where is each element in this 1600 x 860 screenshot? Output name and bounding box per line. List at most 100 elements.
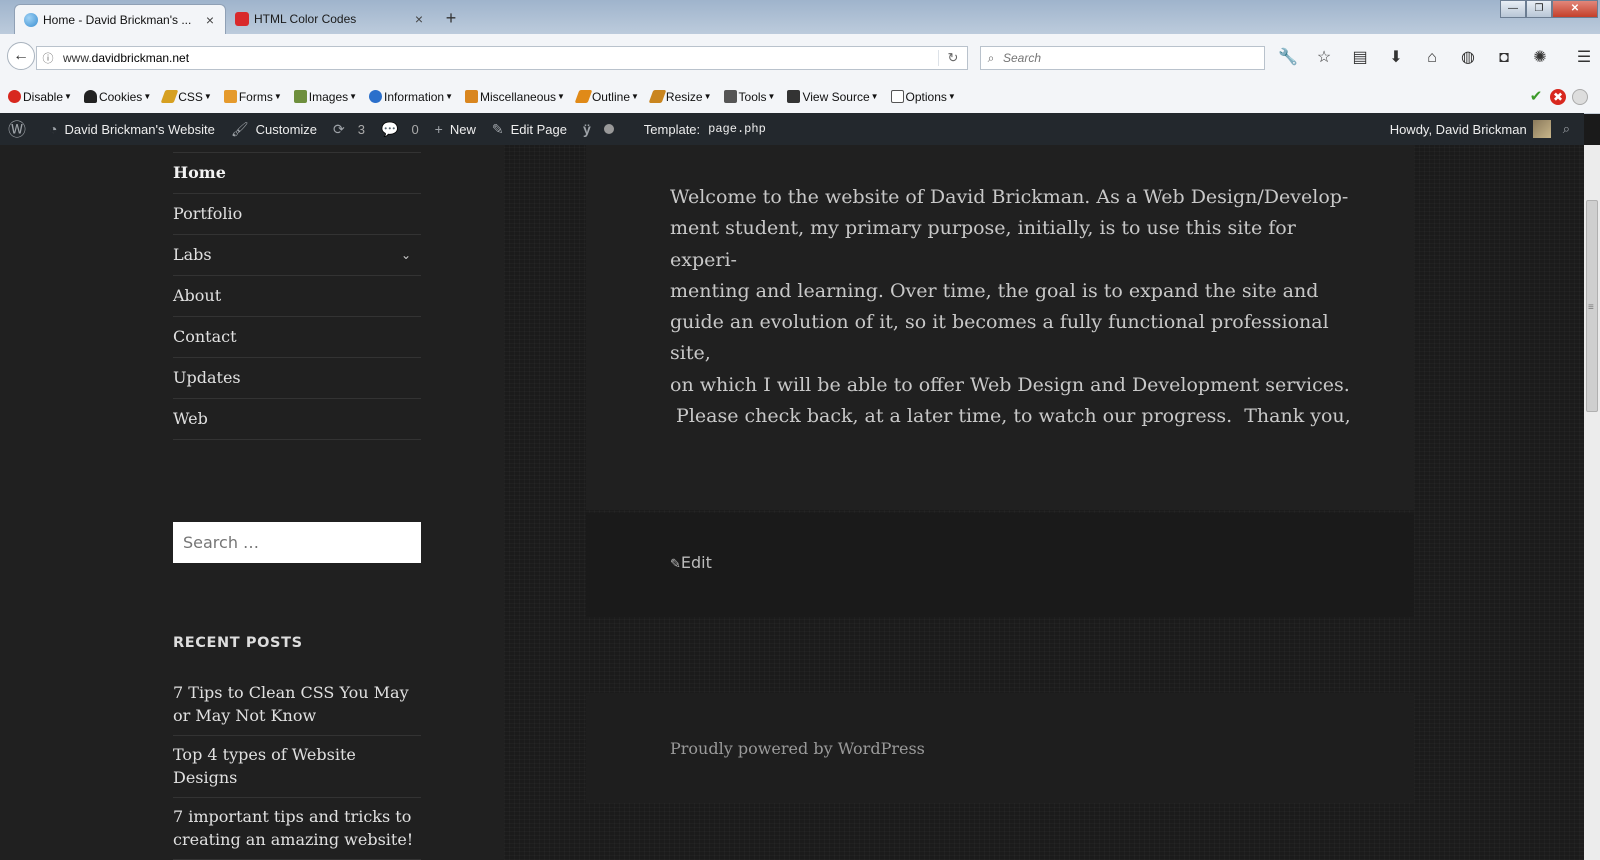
- recent-post-link[interactable]: 7 important tips and tricks to creating …: [173, 798, 421, 860]
- scrollbar-grip-icon: ≡: [1588, 302, 1594, 313]
- page-viewport: Home Portfolio Labs ⌄ About Contact Updat…: [0, 145, 1584, 860]
- dev-menu-options[interactable]: Options ▼: [883, 90, 960, 104]
- tab-bar: Home - David Brickman's ... × HTML Color…: [0, 0, 1600, 34]
- error-icon[interactable]: ✖: [1550, 89, 1566, 105]
- dev-menu-css[interactable]: CSS ▼: [155, 90, 216, 104]
- download-icon[interactable]: ⬇: [1378, 46, 1414, 70]
- wrench-icon[interactable]: 🔧: [1270, 46, 1306, 70]
- check-icon[interactable]: ✔: [1528, 89, 1544, 105]
- dev-menu-label: Options: [905, 89, 947, 104]
- entry-line: Please check back, at a later time, to w…: [670, 405, 1351, 428]
- customize-link[interactable]: 🖌 Customize: [223, 113, 325, 145]
- form-icon: [223, 90, 237, 103]
- reading-list-icon[interactable]: ▤: [1342, 46, 1378, 70]
- dev-menu-outline[interactable]: Outline ▼: [569, 90, 643, 104]
- url-prefix: www.: [63, 51, 92, 65]
- dev-menu-label: Images: [308, 89, 349, 104]
- admin-bar-right: Howdy, David Brickman ⌕: [1384, 113, 1576, 145]
- dev-menu-label: CSS: [178, 89, 203, 104]
- dev-status-indicators: ✔ ✖: [1528, 89, 1588, 105]
- person-icon: [83, 90, 97, 103]
- account-menu[interactable]: Howdy, David Brickman: [1384, 113, 1557, 145]
- url-bar[interactable]: ⓘ www.davidbrickman.net ↻: [36, 46, 968, 70]
- wordpress-logo-button[interactable]: Ⓦ: [0, 113, 41, 145]
- dev-menu-label: Tools: [738, 89, 767, 104]
- dev-menu-resize[interactable]: Resize ▼: [643, 90, 716, 104]
- edit-link[interactable]: ✎Edit: [670, 553, 712, 572]
- dev-menu-miscellaneous[interactable]: Miscellaneous ▼: [457, 90, 569, 104]
- close-tab-icon[interactable]: ×: [412, 11, 426, 27]
- back-button[interactable]: ←: [7, 42, 35, 70]
- updates-icon: ⟳: [333, 120, 345, 137]
- edit-page-link[interactable]: ✎ Edit Page: [484, 113, 575, 145]
- browser-search-input[interactable]: [1001, 50, 1264, 66]
- nav-item-web[interactable]: Web: [173, 398, 421, 440]
- dev-menu-images[interactable]: Images ▼: [286, 90, 361, 104]
- close-tab-icon[interactable]: ×: [203, 12, 217, 28]
- dev-menu-tools[interactable]: Tools ▼: [716, 90, 780, 104]
- image-icon: [293, 90, 307, 103]
- star-icon[interactable]: ☆: [1306, 46, 1342, 70]
- new-content-link[interactable]: + New: [427, 113, 484, 145]
- recent-posts-title: RECENT POSTS: [173, 635, 303, 651]
- minimize-button[interactable]: —: [1500, 0, 1526, 18]
- neutral-status-icon[interactable]: [1572, 89, 1588, 105]
- tools-icon: [723, 90, 737, 103]
- new-label: New: [449, 121, 476, 137]
- back-arrow-icon: ←: [13, 47, 29, 64]
- seo-status-dot-icon: [603, 124, 614, 134]
- admin-search-icon[interactable]: ⌕: [1557, 113, 1576, 145]
- edit-page-label: Edit Page: [510, 121, 567, 137]
- updates-link[interactable]: ⟳ 3: [325, 113, 373, 145]
- navigation-bar: ← ⓘ www.davidbrickman.net ↻ ⌕ 🔧 ☆ ▤ ⬇ ⌂ …: [0, 34, 1600, 81]
- nav-item-about[interactable]: About: [173, 275, 421, 316]
- home-icon[interactable]: ⌂: [1414, 46, 1450, 70]
- options-icon: [890, 90, 904, 103]
- pencil-icon: [160, 90, 179, 103]
- dev-menu-cookies[interactable]: Cookies ▼: [76, 90, 155, 104]
- site-info-icon[interactable]: ⓘ: [37, 50, 59, 66]
- pencil-icon: ✎: [491, 120, 504, 137]
- nav-item-portfolio[interactable]: Portfolio: [173, 193, 421, 234]
- nav-item-updates[interactable]: Updates: [173, 357, 421, 398]
- nav-item-home[interactable]: Home: [173, 152, 421, 193]
- recent-post-link[interactable]: 7 Tips to Clean CSS You May or May Not K…: [173, 674, 421, 736]
- nav-item-labs[interactable]: Labs ⌄: [173, 234, 421, 275]
- template-indicator[interactable]: Template: page.php: [636, 113, 774, 145]
- web-developer-toolbar: Disable ▼ Cookies ▼ CSS ▼ Forms ▼ Images ▼ In…: [0, 80, 1600, 114]
- url-text[interactable]: www.davidbrickman.net: [59, 51, 938, 65]
- entry-content: Welcome to the website of David Brickman…: [670, 182, 1351, 432]
- footer-credit-link[interactable]: Proudly powered by WordPress: [670, 739, 925, 758]
- dev-menu-disable[interactable]: Disable ▼: [0, 90, 76, 104]
- yoast-seo-button[interactable]: ÿ: [575, 113, 622, 145]
- tab-home[interactable]: Home - David Brickman's ... ×: [14, 4, 226, 34]
- dev-menu-forms[interactable]: Forms ▼: [216, 90, 286, 104]
- tab-html-color-codes[interactable]: HTML Color Codes ×: [226, 4, 434, 34]
- close-window-button[interactable]: ✕: [1552, 0, 1598, 18]
- globe-icon[interactable]: ◍: [1450, 46, 1486, 70]
- no-entry-icon: [8, 90, 21, 103]
- site-search-input[interactable]: [173, 522, 421, 563]
- new-tab-button[interactable]: +: [440, 6, 462, 30]
- recent-posts-list: 7 Tips to Clean CSS You May or May Not K…: [173, 674, 421, 860]
- maximize-button[interactable]: ❐: [1526, 0, 1552, 18]
- browser-search-bar[interactable]: ⌕: [980, 46, 1265, 70]
- view-source-icon: [787, 90, 801, 103]
- wp-admin-bar: Ⓦ ◔ David Brickman's Website 🖌 Customize ⟳…: [0, 113, 1584, 145]
- dev-menu-label: View Source: [802, 89, 870, 104]
- comments-count: 0: [411, 121, 419, 137]
- dev-menu-label: Outline: [591, 89, 630, 104]
- nav-item-contact[interactable]: Contact: [173, 316, 421, 357]
- menu-icon[interactable]: ☰: [1566, 46, 1600, 70]
- comments-link[interactable]: 💬 0: [373, 113, 427, 145]
- recent-post-link[interactable]: Top 4 types of Website Designs: [173, 736, 421, 798]
- wordpress-logo-icon: Ⓦ: [8, 120, 26, 140]
- pocket-icon[interactable]: ◘: [1486, 46, 1522, 70]
- nav-item-label: Labs: [173, 245, 212, 264]
- dev-menu-information[interactable]: Information ▼: [361, 90, 457, 104]
- chevron-down-icon[interactable]: ⌄: [401, 235, 411, 275]
- reload-icon[interactable]: ↻: [938, 50, 967, 66]
- dev-menu-view-source[interactable]: View Source ▼: [779, 90, 882, 104]
- site-name-link[interactable]: ◔ David Brickman's Website: [41, 113, 223, 145]
- extension-icon[interactable]: ✺: [1522, 46, 1558, 70]
